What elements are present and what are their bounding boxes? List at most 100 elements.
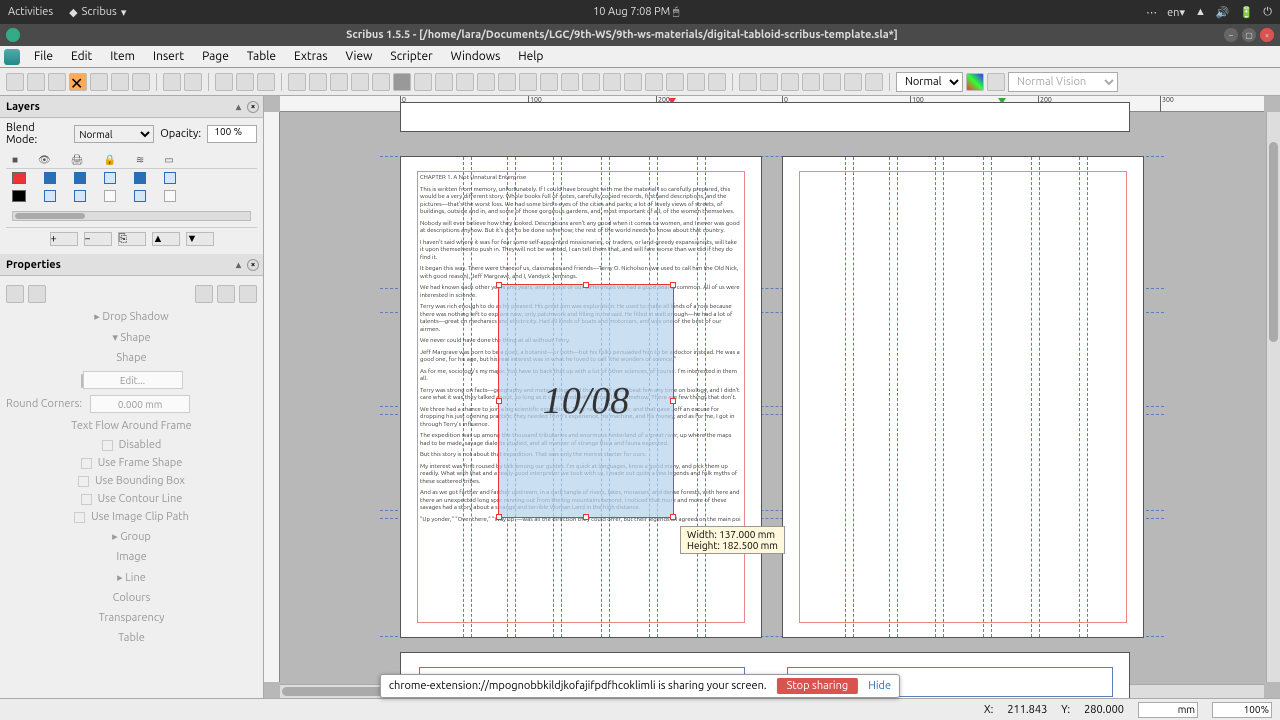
pdf-textfield[interactable]	[781, 73, 799, 91]
prop-shape[interactable]: ▾ Shape	[6, 327, 257, 348]
layer-up-button[interactable]: ▲	[152, 232, 180, 246]
close-button[interactable]: ×	[1260, 28, 1274, 42]
pdf-checkbox[interactable]	[760, 73, 778, 91]
pdf-annotation[interactable]	[844, 73, 862, 91]
tool-link-frames[interactable]	[624, 73, 642, 91]
tool-line[interactable]	[456, 73, 474, 91]
menu-help[interactable]: Help	[510, 48, 551, 65]
prop-transparency[interactable]: Transparency	[6, 608, 257, 628]
activities-button[interactable]: Activities	[8, 6, 53, 19]
tool-unlink-frames[interactable]	[645, 73, 663, 91]
prop-group[interactable]: ▸ Group	[6, 526, 257, 547]
layer-dup-button[interactable]: ⎘	[118, 232, 146, 246]
tool-bezier[interactable]	[477, 73, 495, 91]
battery-icon[interactable]: 🔋	[1240, 6, 1254, 19]
layer-color-swatch[interactable]	[12, 172, 26, 184]
pdf-listbox[interactable]	[823, 73, 841, 91]
app-menu[interactable]: ◆ Scribus ▾	[69, 6, 126, 19]
preview-mode-select[interactable]: Normal	[896, 72, 963, 92]
prop-colours[interactable]: Colours	[6, 588, 257, 608]
lang-indicator[interactable]: en▾	[1167, 6, 1185, 19]
tool-redo[interactable]	[184, 73, 202, 91]
tool-freehand[interactable]	[498, 73, 516, 91]
layers-scrollbar[interactable]	[12, 211, 251, 221]
layer-down-button[interactable]: ▼	[186, 232, 214, 246]
layers-close-icon[interactable]: ×	[247, 101, 259, 113]
layer-lock-checkbox[interactable]	[104, 190, 116, 202]
vertical-ruler[interactable]	[264, 112, 280, 682]
round-corners-input[interactable]	[90, 395, 190, 413]
tool-image-frame[interactable]	[330, 73, 348, 91]
document-canvas[interactable]: CHAPTER 1. A Not Unnatural Enterprise Th…	[280, 112, 1264, 682]
tool-polygon[interactable]	[435, 73, 453, 91]
layer-flow-checkbox[interactable]	[134, 172, 146, 184]
vision-mode-select[interactable]: Normal Vision	[1008, 72, 1118, 92]
layer-add-button[interactable]: +	[50, 232, 78, 246]
tool-copy-props[interactable]	[687, 73, 705, 91]
layer-row-2[interactable]	[6, 187, 257, 205]
tool-pdf[interactable]	[132, 73, 150, 91]
tool-save[interactable]	[48, 73, 66, 91]
tool-rotate[interactable]	[540, 73, 558, 91]
disabled-radio[interactable]	[102, 440, 113, 451]
tool-zoom[interactable]	[561, 73, 579, 91]
tool-select[interactable]	[288, 73, 306, 91]
page-right[interactable]	[782, 156, 1144, 638]
tool-arc[interactable]	[414, 73, 432, 91]
tool-eyedropper[interactable]	[708, 73, 726, 91]
layer-outline-checkbox[interactable]	[164, 190, 176, 202]
properties-shade-icon[interactable]: ▴	[236, 259, 241, 271]
use-contour-radio[interactable]	[81, 494, 92, 505]
properties-panel-header[interactable]: Properties ▴ ×	[0, 254, 263, 276]
minimize-button[interactable]: –	[1224, 28, 1238, 42]
blend-mode-select[interactable]: Normal	[74, 125, 154, 143]
vertical-scrollbar[interactable]	[1266, 112, 1280, 682]
tool-story-editor[interactable]	[603, 73, 621, 91]
hide-sharing-button[interactable]: Hide	[868, 680, 891, 692]
tool-open[interactable]	[27, 73, 45, 91]
tool-preflight[interactable]	[111, 73, 129, 91]
tool-shape[interactable]	[393, 73, 411, 91]
menu-windows[interactable]: Windows	[443, 48, 509, 65]
tool-copy[interactable]	[236, 73, 254, 91]
unit-select[interactable]	[1138, 702, 1198, 718]
properties-close-icon[interactable]: ×	[247, 259, 259, 271]
menu-table[interactable]: Table	[239, 48, 284, 65]
use-bbox-radio[interactable]	[78, 476, 89, 487]
tool-new[interactable]	[6, 73, 24, 91]
layer-print-checkbox[interactable]	[74, 190, 86, 202]
prop-table[interactable]: Table	[6, 628, 257, 648]
shape-edit-button[interactable]: Edit...	[83, 371, 183, 389]
tool-print[interactable]	[90, 73, 108, 91]
tool-table[interactable]	[372, 73, 390, 91]
selection-frame[interactable]: 10/08	[498, 284, 674, 518]
menu-item[interactable]: Item	[102, 48, 143, 65]
layer-flow-checkbox[interactable]	[134, 190, 146, 202]
tool-text-frame[interactable]	[309, 73, 327, 91]
layer-print-checkbox[interactable]	[74, 172, 86, 184]
pdf-combobox[interactable]	[802, 73, 820, 91]
use-frame-radio[interactable]	[81, 458, 92, 469]
preview-toggle[interactable]	[987, 73, 1005, 91]
clock[interactable]: 10 Aug 7:08 PM 🖱	[126, 6, 1146, 19]
opacity-spinner[interactable]: 100 %	[207, 125, 257, 143]
zoom-input[interactable]	[1212, 702, 1272, 718]
power-icon[interactable]: ⏻	[1263, 6, 1272, 19]
network-icon[interactable]: ▲	[1195, 6, 1206, 18]
menu-view[interactable]: View	[338, 48, 381, 65]
tool-close[interactable]: ✕	[69, 73, 87, 91]
menu-scripter[interactable]: Scripter	[382, 48, 440, 65]
layers-panel-header[interactable]: Layers ▴ ×	[0, 96, 263, 118]
tool-cut[interactable]	[215, 73, 233, 91]
layer-outline-checkbox[interactable]	[164, 172, 176, 184]
tool-undo[interactable]	[163, 73, 181, 91]
menu-file[interactable]: File	[26, 48, 61, 65]
menu-edit[interactable]: Edit	[63, 48, 100, 65]
layer-remove-button[interactable]: −	[84, 232, 112, 246]
prop-line[interactable]: ▸ Line	[6, 567, 257, 588]
stop-sharing-button[interactable]: Stop sharing	[777, 678, 859, 694]
menu-page[interactable]: Page	[194, 48, 237, 65]
menu-extras[interactable]: Extras	[286, 48, 336, 65]
menu-insert[interactable]: Insert	[145, 48, 192, 65]
prop-image[interactable]: Image	[6, 547, 257, 567]
